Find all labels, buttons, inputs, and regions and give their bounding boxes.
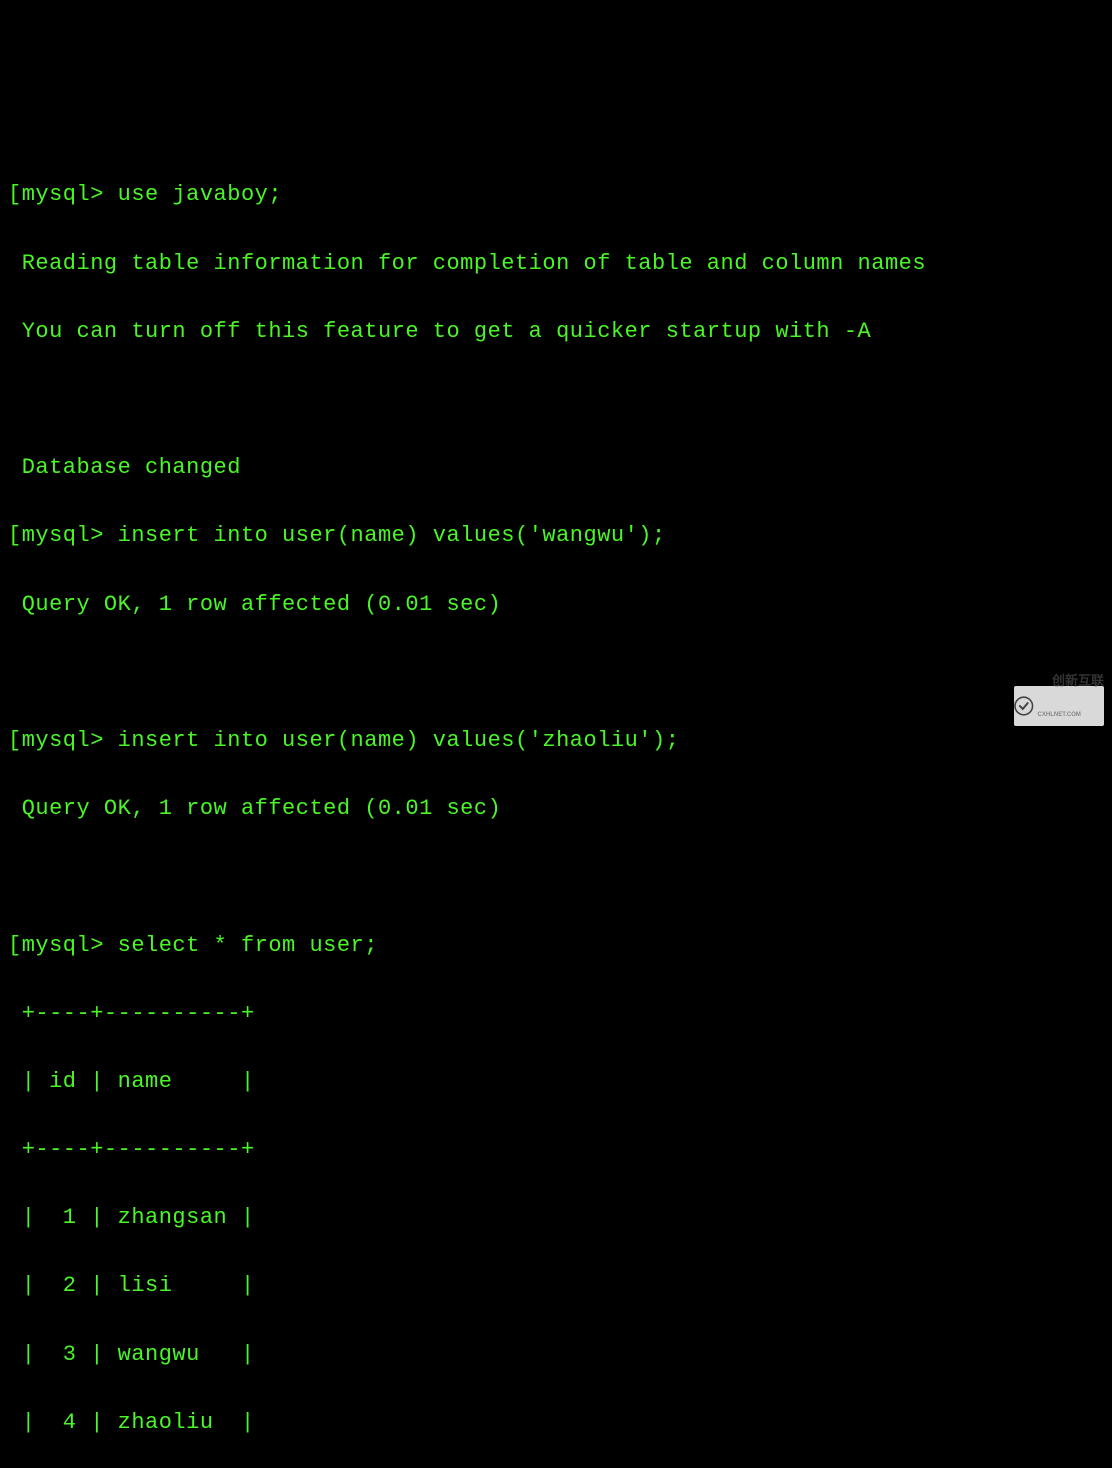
terminal-output: [mysql> use javaboy; Reading table infor… (0, 144, 1112, 1468)
mysql-prompt: mysql> (22, 182, 104, 207)
command-line: [mysql> insert into user(name) values('z… (0, 724, 1112, 758)
result-message: Query OK, 1 row affected (0.01 sec) (22, 796, 502, 821)
table-header: | id | name | (0, 1065, 1112, 1099)
table-row: | 3 | wangwu | (0, 1338, 1112, 1372)
bracket-icon: [ (8, 728, 22, 753)
row-data: | 3 | wangwu | (22, 1342, 255, 1367)
watermark-url: CXHLNET.COM (1038, 711, 1104, 720)
command-line: [mysql> use javaboy; (0, 178, 1112, 212)
sql-command: insert into user(name) values('zhaoliu')… (118, 728, 680, 753)
ascii-border: +----+----------+ (22, 1001, 255, 1026)
bracket-icon: [ (8, 182, 22, 207)
table-row: | 4 | zhaoliu | (0, 1406, 1112, 1440)
info-message: You can turn off this feature to get a q… (22, 319, 872, 344)
row-data: | 1 | zhangsan | (22, 1205, 255, 1230)
result-message: Query OK, 1 row affected (0.01 sec) (22, 592, 502, 617)
mysql-prompt: mysql> (22, 523, 104, 548)
row-data: | 4 | zhaoliu | (22, 1410, 255, 1435)
mysql-prompt: mysql> (22, 933, 104, 958)
output-line: Reading table information for completion… (0, 247, 1112, 281)
table-border: +----+----------+ (0, 1133, 1112, 1167)
watermark-brand: 创新互联 (1052, 673, 1104, 688)
table-row: | 1 | zhangsan | (0, 1201, 1112, 1235)
logo-icon (1014, 693, 1034, 719)
sql-command: insert into user(name) values('wangwu'); (118, 523, 666, 548)
output-line: Query OK, 1 row affected (0.01 sec) (0, 792, 1112, 826)
row-data: | 2 | lisi | (22, 1273, 255, 1298)
blank-line (0, 656, 1112, 690)
command-line: [mysql> insert into user(name) values('w… (0, 519, 1112, 553)
output-line: Query OK, 1 row affected (0.01 sec) (0, 588, 1112, 622)
ascii-border: +----+----------+ (22, 1137, 255, 1162)
status-message: Database changed (22, 455, 241, 480)
watermark-logo: 创新互联 CXHLNET.COM (1014, 686, 1104, 726)
mysql-prompt: mysql> (22, 728, 104, 753)
info-message: Reading table information for completion… (22, 251, 926, 276)
command-line: [mysql> select * from user; (0, 929, 1112, 963)
sql-command: select * from user; (118, 933, 378, 958)
table-border: +----+----------+ (0, 997, 1112, 1031)
output-line: You can turn off this feature to get a q… (0, 315, 1112, 349)
blank-line (0, 383, 1112, 417)
table-row: | 2 | lisi | (0, 1269, 1112, 1303)
output-line: Database changed (0, 451, 1112, 485)
blank-line (0, 860, 1112, 894)
sql-command: use javaboy; (118, 182, 282, 207)
bracket-icon: [ (8, 523, 22, 548)
bracket-icon: [ (8, 933, 22, 958)
column-headers: | id | name | (22, 1069, 255, 1094)
